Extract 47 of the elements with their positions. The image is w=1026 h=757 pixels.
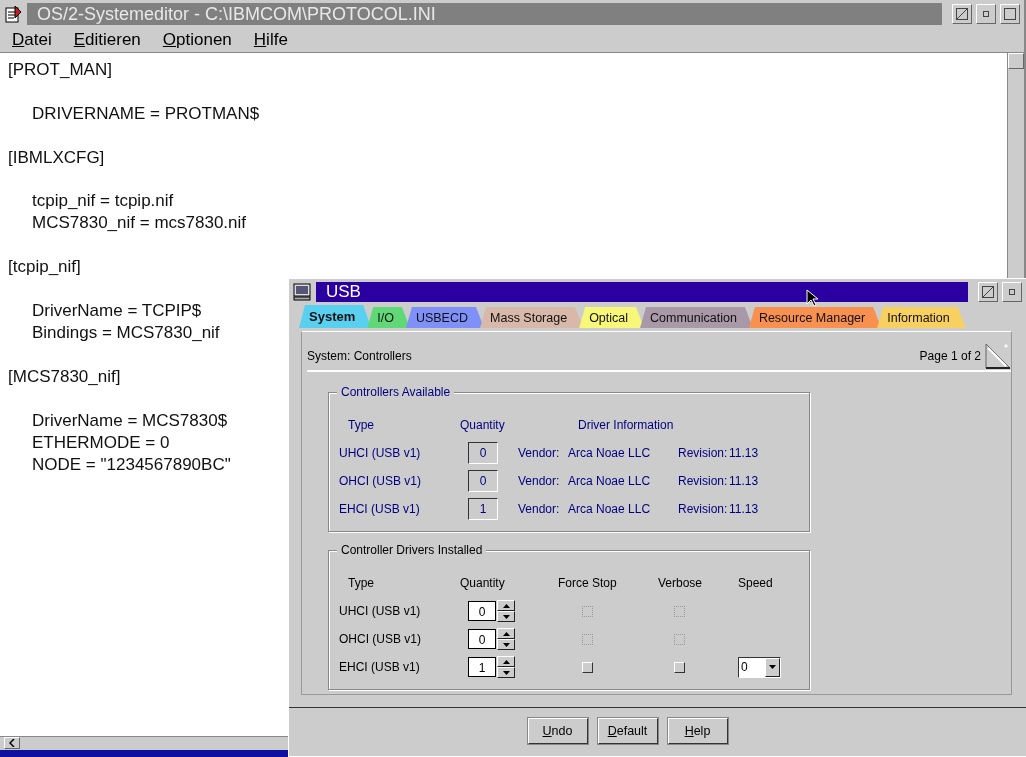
revision-label: Revision: xyxy=(678,502,729,516)
config-line: DriverName = TCPIP$ xyxy=(32,300,202,322)
config-line: Bindings = MCS7830_nif xyxy=(32,322,220,344)
vendor-value: Arca Noae LLC xyxy=(568,474,652,488)
section-header: [PROT_MAN] xyxy=(8,59,112,81)
controller-type: EHCI (USB v1) xyxy=(339,502,421,516)
page-number: Page 1 of 2 xyxy=(919,349,981,363)
column-header: Driver Information xyxy=(577,418,675,432)
column-header: Type xyxy=(347,418,375,432)
vendor-label: Vendor: xyxy=(518,474,561,488)
group-label: Controllers Available xyxy=(337,385,455,399)
quantity-field: 0 xyxy=(468,470,498,492)
column-header: Speed xyxy=(738,576,774,590)
revision-value: 11.13 xyxy=(729,446,760,460)
vendor-value: Arca Noae LLC xyxy=(568,502,652,516)
controller-type: OHCI (USB v1) xyxy=(339,632,422,646)
section-header: [IBMLXCFG] xyxy=(8,146,105,169)
revision-value: 11.13 xyxy=(729,474,760,488)
config-line: DriverName = MCS7830$ xyxy=(32,409,228,432)
column-header: Verbose xyxy=(658,576,704,590)
controller-type: EHCI (USB v1) xyxy=(339,660,421,674)
config-line: NODE = "1234567890BC" xyxy=(32,453,231,476)
config-line: DRIVERNAME = PROTMAN$ xyxy=(32,102,260,125)
column-header: Force Stop xyxy=(558,576,618,590)
window-title: USB xyxy=(316,282,968,302)
quantity-field: 1 xyxy=(468,498,498,520)
column-header: Type xyxy=(347,576,375,590)
config-line: tcpip_nif = tcpip.nif xyxy=(32,190,174,213)
config-line: ETHERMODE = 0 xyxy=(32,431,170,454)
group-label: Controller Drivers Installed xyxy=(337,543,487,557)
section-header: [tcpip_nif] xyxy=(8,256,81,279)
controller-type: UHCI (USB v1) xyxy=(339,604,422,618)
vendor-label: Vendor: xyxy=(518,502,561,516)
revision-label: Revision: xyxy=(678,446,729,460)
vendor-label: Vendor: xyxy=(518,446,561,460)
page-title: System: Controllers xyxy=(307,349,413,363)
controller-type: UHCI (USB v1) xyxy=(339,446,422,460)
config-line: MCS7830_nif = mcs7830.nif xyxy=(32,212,247,235)
quantity-field: 0 xyxy=(468,442,498,464)
window-title: OS/2-Systemeditor - C:\IBMCOM\PROTOCOL.INI xyxy=(27,3,942,25)
column-header: Quantity xyxy=(460,418,506,432)
vendor-value: Arca Noae LLC xyxy=(568,446,652,460)
revision-value: 11.13 xyxy=(729,502,760,516)
controller-type: OHCI (USB v1) xyxy=(339,474,422,488)
revision-label: Revision: xyxy=(678,474,729,488)
column-header: Quantity xyxy=(460,576,506,590)
section-header: [MCS7830_nif] xyxy=(8,365,121,388)
